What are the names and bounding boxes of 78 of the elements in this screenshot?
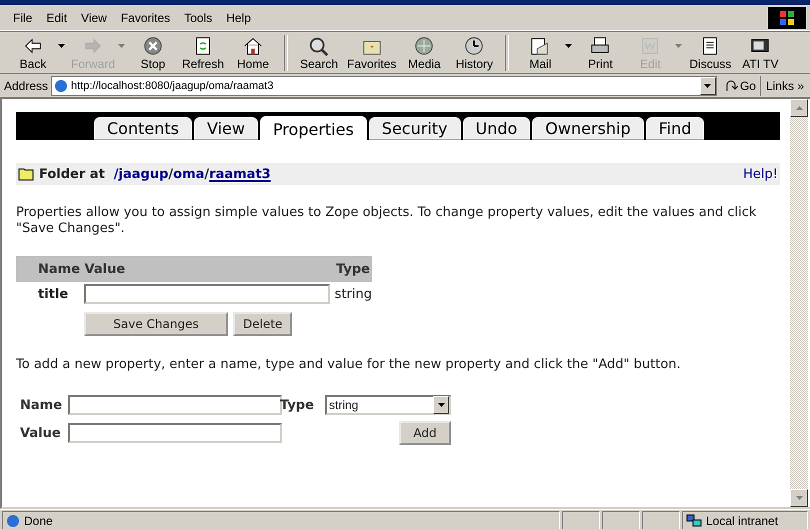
status-text: Done: [24, 514, 53, 528]
toolbar-button[interactable]: Home: [228, 34, 278, 70]
go-arrow-icon: [724, 78, 738, 92]
tab[interactable]: Security: [368, 117, 460, 140]
name-label: Name: [20, 398, 64, 412]
address-field[interactable]: http://localhost:8080/jaagup/oma/raamat3: [51, 76, 717, 96]
clock-icon: [463, 34, 486, 56]
links-button[interactable]: Links »: [764, 78, 806, 92]
address-label: Address: [4, 78, 48, 92]
path-separator: /: [168, 166, 174, 182]
status-pane: [602, 511, 640, 529]
property-name: title: [37, 286, 70, 302]
toolbar-button[interactable]: Mail: [515, 34, 566, 70]
property-type: string: [334, 286, 372, 302]
status-pane: [642, 511, 680, 529]
save-changes-button[interactable]: Save Changes: [84, 312, 228, 336]
dropdown-button[interactable]: [700, 76, 716, 94]
scrollbar[interactable]: [790, 99, 808, 507]
path-link[interactable]: /jaagup: [114, 166, 168, 182]
path-link[interactable]: raamat3: [209, 166, 271, 182]
menu-item[interactable]: Favorites: [114, 10, 178, 24]
toolbar-button[interactable]: ATI TV: [735, 34, 786, 70]
status-pane: [562, 511, 600, 529]
globe-icon: [413, 34, 436, 56]
location-label: Folder at: [39, 166, 105, 182]
caret-icon: [438, 403, 444, 407]
add-intro-text: To add a new property, enter a name, type and value for the new property and click the "Add" button.: [16, 357, 682, 373]
column-header: Name: [38, 262, 80, 276]
network-icon: [686, 514, 702, 528]
menu-item[interactable]: Edit: [39, 10, 74, 24]
menu-item[interactable]: View: [74, 10, 114, 24]
menu-item[interactable]: File: [6, 10, 40, 24]
toolbar-button[interactable]: Discuss: [685, 34, 736, 70]
url-text: http://localhost:8080/jaagup/oma/raamat3: [71, 80, 274, 92]
page-icon: [6, 514, 20, 528]
tab[interactable]: Ownership: [532, 117, 644, 140]
tab[interactable]: Contents: [94, 117, 192, 140]
type-label: Type: [280, 398, 315, 412]
scroll-down-button[interactable]: [790, 489, 808, 507]
tab[interactable]: Undo: [462, 117, 530, 140]
tab[interactable]: Find: [646, 117, 704, 140]
help-link[interactable]: Help!: [743, 166, 778, 182]
tab[interactable]: Properties: [260, 116, 367, 140]
value-field[interactable]: [68, 423, 282, 443]
windows-logo-icon: [768, 6, 806, 28]
path-link[interactable]: oma: [173, 166, 204, 182]
zone-text: Local intranet: [706, 514, 778, 528]
toolbar-button[interactable]: Print: [575, 34, 626, 70]
toolbar-button[interactable]: Favorites: [344, 34, 400, 70]
toolbar-button[interactable]: History: [449, 34, 500, 70]
tab[interactable]: View: [194, 117, 258, 140]
caret-icon[interactable]: [58, 44, 65, 48]
type-dropdown[interactable]: string: [325, 395, 451, 415]
column-header: Type: [336, 262, 370, 276]
page-icon: [54, 78, 68, 92]
delete-button[interactable]: Delete: [233, 312, 292, 336]
caret-icon: [704, 84, 712, 88]
add-button[interactable]: Add: [399, 421, 451, 445]
toolbar-button[interactable]: Stop: [128, 34, 178, 70]
go-button[interactable]: Go: [720, 76, 761, 96]
toolbar-button[interactable]: Search: [294, 34, 344, 70]
toolbar-button[interactable]: Back: [8, 34, 58, 70]
menu-item[interactable]: Tools: [177, 10, 220, 24]
folder-icon: [18, 167, 34, 181]
name-field[interactable]: [68, 395, 282, 415]
up-arrow-icon: [796, 106, 802, 110]
value-field[interactable]: [84, 284, 330, 304]
scroll-up-button[interactable]: [790, 99, 808, 117]
intro-text: Properties allow you to assign simple values to Zope objects. To change property values, edit the values and click "Save Changes".: [16, 205, 758, 237]
path-separator: /: [204, 166, 210, 182]
toolbar-button[interactable]: Refresh: [178, 34, 228, 70]
value-label: Value: [20, 426, 62, 440]
column-header: Value: [84, 262, 126, 276]
menu-item[interactable]: Help: [219, 10, 258, 24]
caret-icon[interactable]: [565, 44, 572, 48]
down-arrow-icon: [796, 496, 802, 500]
toolbar-button[interactable]: Media: [399, 34, 450, 70]
stop-icon: [142, 34, 164, 56]
